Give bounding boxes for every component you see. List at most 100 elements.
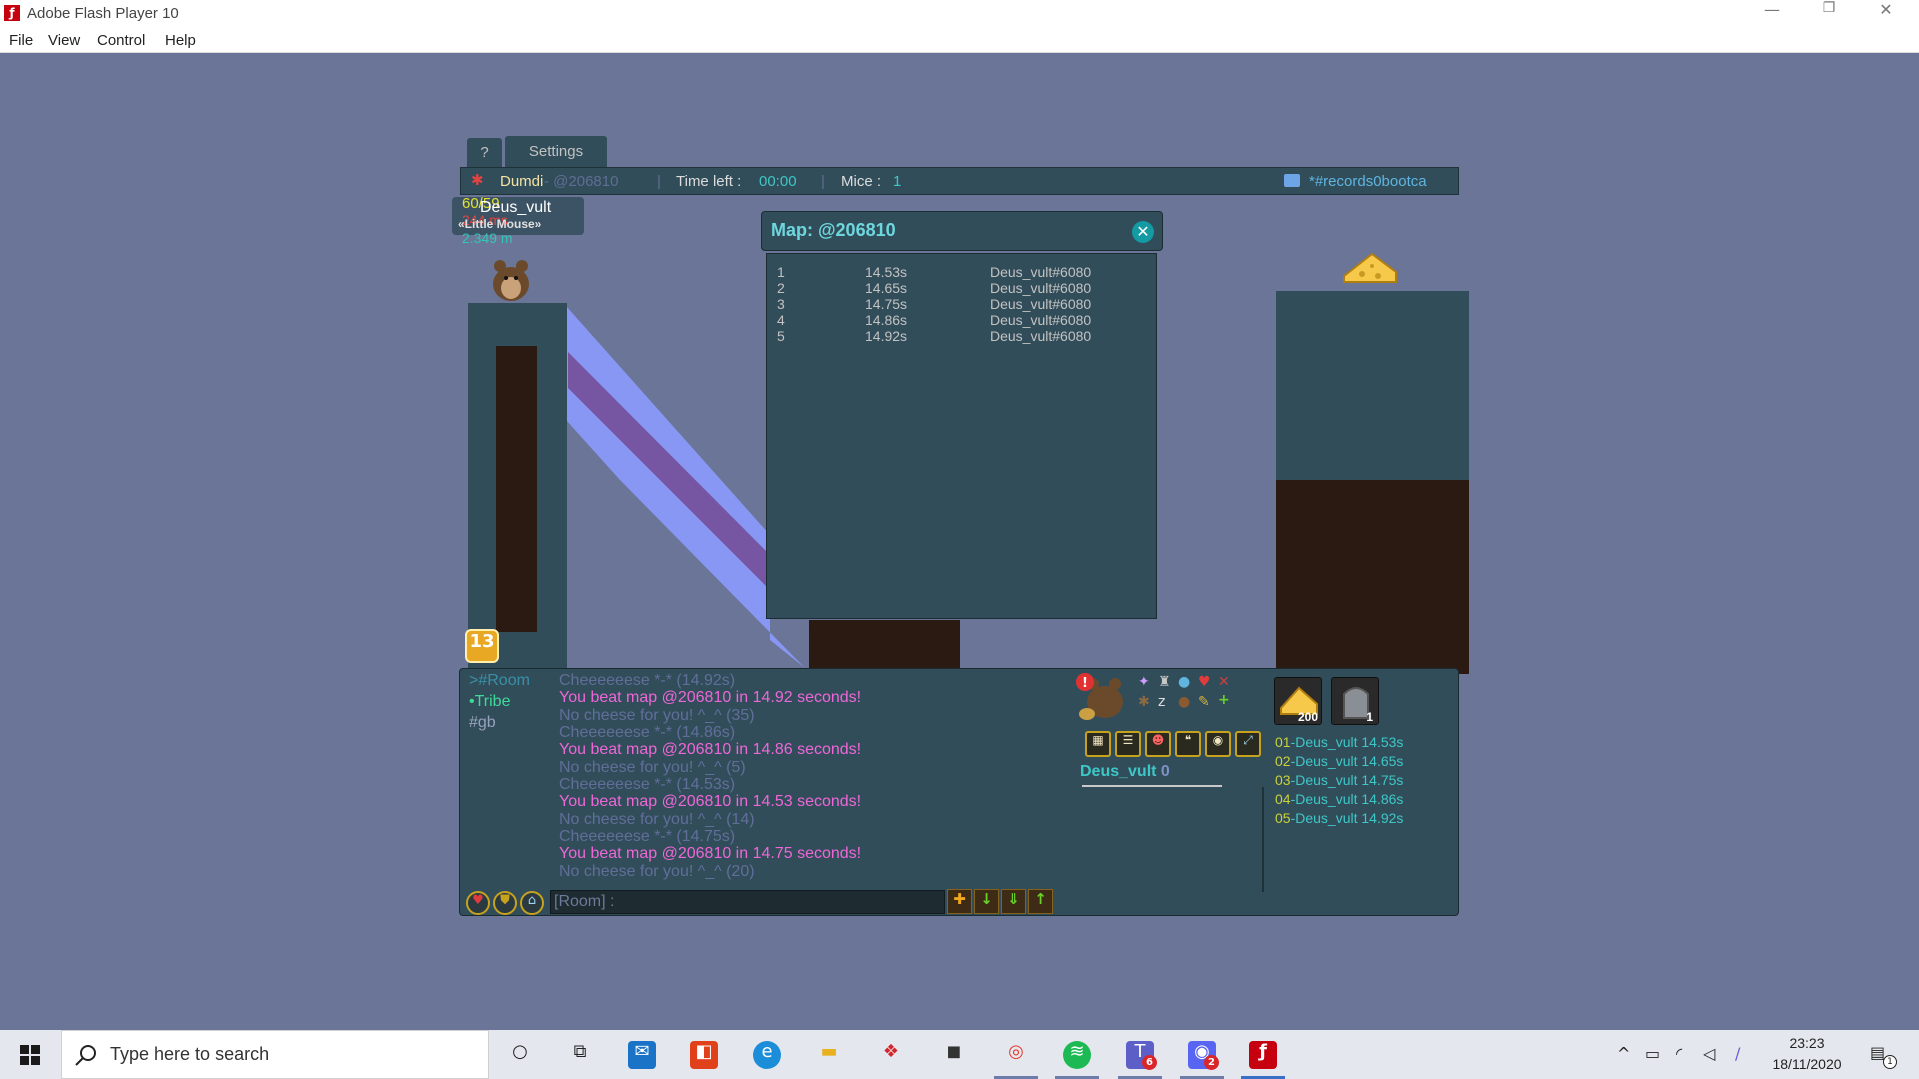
shield-button[interactable]: ⛊ bbox=[493, 891, 517, 915]
record-player: Deus_vult#6080 bbox=[990, 264, 1092, 280]
chat-message: Cheeeeeese *-* (14.92s) bbox=[559, 672, 736, 689]
tomb-counter[interactable]: 1 bbox=[1331, 677, 1379, 725]
record-player: Deus_vult#6080 bbox=[990, 296, 1092, 312]
scroll-up-button[interactable]: ↑ bbox=[1028, 889, 1053, 914]
center-ground bbox=[809, 620, 960, 670]
map-author-icon: ✱ bbox=[471, 172, 484, 189]
channel-gb[interactable]: #gb bbox=[469, 714, 496, 732]
notification-count: 1 bbox=[1883, 1055, 1897, 1069]
leaderboard-entry: 03-Deus_vult 14.75s bbox=[1275, 772, 1404, 788]
cortana-icon[interactable]: ○ bbox=[506, 1041, 534, 1069]
record-rank: 1 bbox=[777, 264, 785, 280]
taskbar-date[interactable]: 18/11/2020 bbox=[1767, 1056, 1847, 1072]
drop-icon[interactable]: ● bbox=[1178, 674, 1190, 690]
record-rank: 4 bbox=[777, 312, 785, 328]
windows-taskbar: Type here to search ○ ⧉ ✉ ◧ e ▬ ❖ ◼ ◎ ≋ … bbox=[0, 1030, 1919, 1079]
cross-icon[interactable]: ✕ bbox=[1218, 674, 1230, 690]
record-player: Deus_vult#6080 bbox=[990, 328, 1092, 344]
tab-help[interactable]: ? bbox=[467, 138, 502, 167]
game-hud-bar: ✱ Dumdi - @206810 | Time left : 00:00 | … bbox=[460, 167, 1459, 195]
gift-app-icon[interactable]: ❖ bbox=[877, 1041, 905, 1069]
volume-icon[interactable]: ◁ bbox=[1703, 1044, 1715, 1063]
store-icon[interactable]: ◼ bbox=[940, 1041, 968, 1069]
battery-icon[interactable]: ▭ bbox=[1645, 1044, 1660, 1063]
wifi-icon[interactable]: ◜ bbox=[1676, 1044, 1682, 1063]
map-dialog-close-button[interactable]: ✕ bbox=[1132, 221, 1154, 243]
chat-message: Cheeeeeese *-* (14.53s) bbox=[559, 776, 736, 793]
wand-icon[interactable]: ✎ bbox=[1198, 694, 1210, 710]
record-row: 3 14.75s Deus_vult#6080 bbox=[767, 296, 1147, 312]
menu-list-button[interactable]: ☰ bbox=[1115, 731, 1141, 757]
start-button[interactable] bbox=[0, 1030, 60, 1079]
profile-button[interactable]: ☻ bbox=[1145, 731, 1171, 757]
office-icon[interactable]: ◧ bbox=[690, 1041, 718, 1069]
sleep-icon[interactable]: z bbox=[1158, 694, 1165, 710]
chat-message: You beat map @206810 in 14.53 seconds! bbox=[559, 793, 862, 810]
channel-room[interactable]: >#Room bbox=[469, 672, 530, 690]
magic-icon[interactable]: ✦ bbox=[1138, 674, 1150, 690]
shop-button[interactable]: ▦ bbox=[1085, 731, 1111, 757]
time-left-value: 00:00 bbox=[759, 173, 797, 190]
plus-icon[interactable]: + bbox=[1218, 692, 1230, 708]
windows-logo-icon bbox=[20, 1045, 40, 1065]
tomb-count: 1 bbox=[1366, 710, 1373, 724]
record-player: Deus_vult#6080 bbox=[990, 280, 1092, 296]
discord-button[interactable]: ◉ bbox=[1205, 731, 1231, 757]
scroll-bottom-button[interactable]: ⇓ bbox=[1001, 889, 1026, 914]
map-code[interactable]: - @206810 bbox=[544, 173, 618, 190]
heart-button[interactable]: ♥ bbox=[466, 891, 490, 915]
chrome-icon[interactable]: ◎ bbox=[1002, 1041, 1030, 1069]
leaderboard-entry: 05-Deus_vult 14.92s bbox=[1275, 810, 1404, 826]
record-rank: 2 bbox=[777, 280, 785, 296]
scroll-down-button[interactable]: ↓ bbox=[974, 889, 999, 914]
map-author[interactable]: Dumdi bbox=[500, 173, 543, 190]
add-chat-button[interactable]: ✚ bbox=[947, 889, 972, 914]
mail-icon[interactable]: ✉ bbox=[628, 1041, 656, 1069]
house-button[interactable]: ⌂ bbox=[520, 891, 544, 915]
player-score-name: Deus_vult bbox=[1080, 763, 1157, 780]
flash-taskbar-icon[interactable]: ƒ bbox=[1249, 1041, 1277, 1069]
channel-tribe[interactable]: •Tribe bbox=[469, 693, 510, 711]
map-records-dialog: Map: @206810 ✕ 1 14.53s Deus_vult#6080 2… bbox=[761, 211, 1163, 621]
fullscreen-button[interactable]: ⤢ bbox=[1235, 731, 1261, 757]
record-time: 14.65s bbox=[865, 280, 908, 296]
tray-overflow-icon[interactable]: ^ bbox=[1617, 1044, 1630, 1063]
room-icon bbox=[1284, 174, 1300, 187]
chat-input[interactable]: [Room] : bbox=[550, 890, 945, 914]
heart-icon[interactable]: ♥ bbox=[1198, 674, 1211, 690]
shop-icon: ▦ bbox=[1092, 733, 1104, 747]
chat-bubble-button[interactable]: ❝ bbox=[1175, 731, 1201, 757]
chat-message: You beat map @206810 in 14.86 seconds! bbox=[559, 741, 862, 758]
speech-bubble-icon: ❝ bbox=[1184, 733, 1192, 747]
profile-mouse[interactable]: ! bbox=[1075, 670, 1130, 722]
time-left-label: Time left : bbox=[676, 173, 742, 190]
taskbar-search-box[interactable]: Type here to search bbox=[61, 1030, 489, 1079]
search-icon bbox=[75, 1045, 96, 1066]
chat-message: No cheese for you! ^_^ (20) bbox=[559, 863, 755, 880]
record-row: 1 14.53s Deus_vult#6080 bbox=[767, 264, 1147, 280]
player-nameplate: 60/59 Deus_vult 244 ms «Little Mouse» 2.… bbox=[452, 195, 584, 246]
taskbar-time[interactable]: 23:23 bbox=[1767, 1035, 1847, 1051]
cheese-counter[interactable]: 200 bbox=[1274, 677, 1322, 725]
chat-panel: >#Room •Tribe #gb Cheeeeeese *-* (14.92s… bbox=[459, 668, 1459, 916]
room-name[interactable]: *#records0bootca bbox=[1309, 173, 1427, 190]
status-icons: ✦ ♜ ● ♥ ✕ ✱ z ● ✎ + bbox=[1138, 674, 1238, 714]
nut-icon[interactable]: ● bbox=[1178, 694, 1190, 710]
tab-settings[interactable]: Settings bbox=[505, 136, 607, 167]
leaderboard-entry: 01-Deus_vult 14.53s bbox=[1275, 734, 1404, 750]
map-dialog-header: Map: @206810 ✕ bbox=[761, 211, 1163, 251]
pen-icon[interactable]: / bbox=[1735, 1044, 1740, 1063]
edge-icon[interactable]: e bbox=[753, 1041, 781, 1069]
teams-badge: 6 bbox=[1142, 1055, 1157, 1070]
record-time: 14.75s bbox=[865, 296, 908, 312]
file-explorer-icon[interactable]: ▬ bbox=[815, 1041, 843, 1069]
spotify-icon[interactable]: ≋ bbox=[1063, 1041, 1091, 1069]
record-player: Deus_vult#6080 bbox=[990, 312, 1092, 328]
bug-icon[interactable]: ✱ bbox=[1138, 694, 1150, 710]
task-view-icon[interactable]: ⧉ bbox=[566, 1041, 594, 1069]
hat-icon[interactable]: ♜ bbox=[1158, 674, 1171, 690]
record-row: 2 14.65s Deus_vult#6080 bbox=[767, 280, 1147, 296]
record-rank: 3 bbox=[777, 296, 785, 312]
svg-text:!: ! bbox=[1082, 676, 1088, 691]
fullscreen-icon: ⤢ bbox=[1243, 733, 1253, 747]
